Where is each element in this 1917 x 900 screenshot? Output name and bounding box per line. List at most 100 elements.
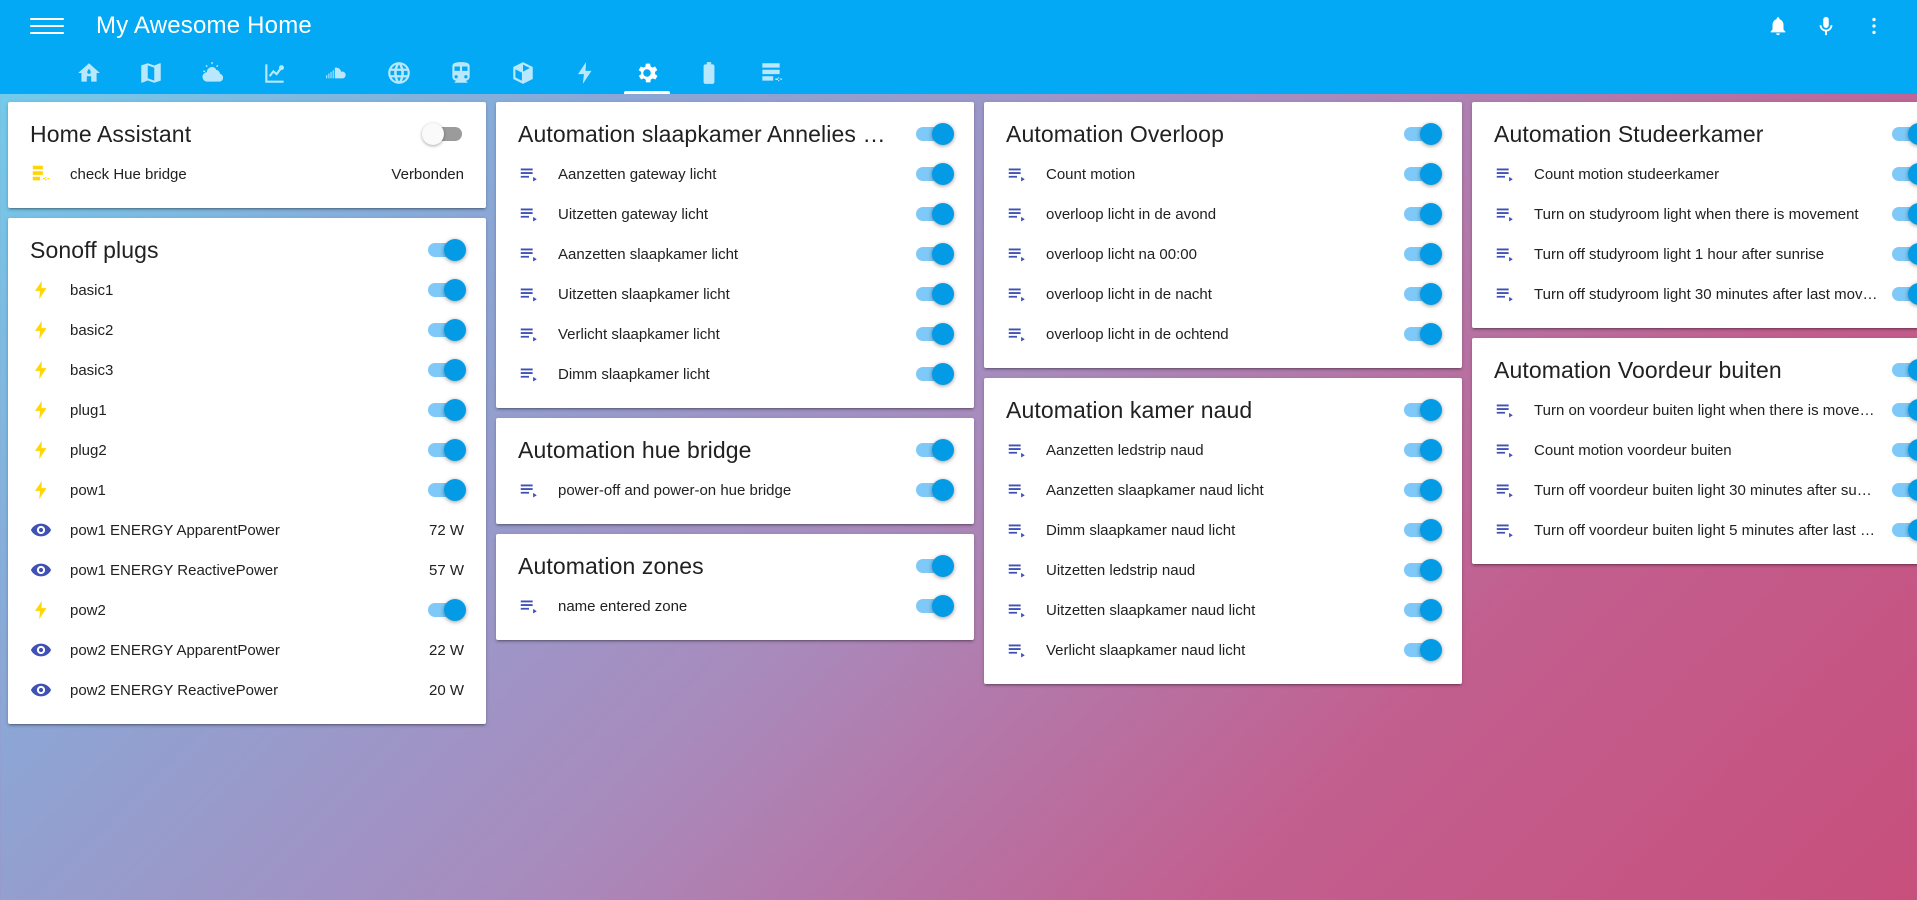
entity-toggle[interactable] — [1886, 163, 1917, 185]
card-header-toggle[interactable] — [422, 239, 466, 261]
card-header-toggle[interactable] — [1398, 123, 1442, 145]
tab-weather[interactable] — [182, 52, 244, 94]
entity-toggle[interactable] — [422, 599, 466, 621]
entity-row[interactable]: Aanzetten slaapkamer naud licht — [984, 470, 1462, 510]
overflow-menu-icon[interactable] — [1863, 15, 1885, 37]
entity-toggle[interactable] — [422, 359, 466, 381]
entity-row[interactable]: overloop licht in de nacht — [984, 274, 1462, 314]
tab-battery[interactable] — [678, 52, 740, 94]
entity-row[interactable]: overloop licht in de ochtend — [984, 314, 1462, 354]
entity-row[interactable]: Uitzetten slaapkamer licht — [496, 274, 974, 314]
tab-settings[interactable] — [616, 52, 678, 94]
entity-row[interactable]: plug2 — [8, 430, 486, 470]
entity-row[interactable]: Turn off studyroom light 30 minutes afte… — [1472, 274, 1917, 314]
entity-row[interactable]: pow2 ENERGY ApparentPower 22 W — [8, 630, 486, 670]
entity-toggle[interactable] — [1886, 399, 1917, 421]
entity-row[interactable]: Uitzetten slaapkamer naud licht — [984, 590, 1462, 630]
entity-toggle[interactable] — [1886, 283, 1917, 305]
tab-cloud[interactable] — [306, 52, 368, 94]
entity-toggle[interactable] — [910, 163, 954, 185]
entity-row[interactable]: Verlicht slaapkamer naud licht — [984, 630, 1462, 670]
entity-toggle[interactable] — [1398, 559, 1442, 581]
entity-toggle[interactable] — [910, 203, 954, 225]
card-header-toggle[interactable] — [910, 439, 954, 461]
entity-toggle[interactable] — [1398, 519, 1442, 541]
entity-row[interactable]: overloop licht in de avond — [984, 194, 1462, 234]
entity-toggle[interactable] — [910, 283, 954, 305]
entity-row[interactable]: Verlicht slaapkamer licht — [496, 314, 974, 354]
entity-toggle[interactable] — [1398, 639, 1442, 661]
entity-row[interactable]: check Hue bridge Verbonden — [8, 154, 486, 194]
entity-row[interactable]: Count motion voordeur buiten — [1472, 430, 1917, 470]
entity-row[interactable]: Aanzetten ledstrip naud — [984, 430, 1462, 470]
entity-row[interactable]: Turn off voordeur buiten light 5 minutes… — [1472, 510, 1917, 550]
entity-toggle[interactable] — [1886, 519, 1917, 541]
entity-row[interactable]: Count motion — [984, 154, 1462, 194]
entity-row[interactable]: pow2 — [8, 590, 486, 630]
card-header-toggle[interactable] — [910, 555, 954, 577]
entity-row[interactable]: Uitzetten gateway licht — [496, 194, 974, 234]
notifications-bell-icon[interactable] — [1767, 15, 1789, 37]
entity-toggle[interactable] — [422, 479, 466, 501]
entity-toggle[interactable] — [1398, 283, 1442, 305]
entity-toggle[interactable] — [1886, 243, 1917, 265]
tab-transit[interactable] — [430, 52, 492, 94]
entity-row[interactable]: basic3 — [8, 350, 486, 390]
entity-toggle[interactable] — [422, 399, 466, 421]
entity-row[interactable]: Aanzetten slaapkamer licht — [496, 234, 974, 274]
entity-row[interactable]: Dimm slaapkamer naud licht — [984, 510, 1462, 550]
entity-row[interactable]: Turn on studyroom light when there is mo… — [1472, 194, 1917, 234]
entity-toggle[interactable] — [1398, 243, 1442, 265]
entity-row[interactable]: pow1 — [8, 470, 486, 510]
entity-toggle[interactable] — [910, 363, 954, 385]
hamburger-menu-icon[interactable] — [30, 9, 64, 43]
toggle-knob — [1420, 323, 1442, 345]
entity-row[interactable]: basic2 — [8, 310, 486, 350]
entity-row[interactable]: pow1 ENERGY ApparentPower 72 W — [8, 510, 486, 550]
entity-row[interactable]: Aanzetten gateway licht — [496, 154, 974, 194]
entity-row[interactable]: plug1 — [8, 390, 486, 430]
entity-toggle[interactable] — [422, 439, 466, 461]
entity-toggle[interactable] — [910, 595, 954, 617]
entity-toggle[interactable] — [422, 279, 466, 301]
entity-row[interactable]: Turn on voordeur buiten light when there… — [1472, 390, 1917, 430]
tab-server[interactable] — [740, 52, 802, 94]
entity-toggle[interactable] — [1886, 439, 1917, 461]
entity-toggle[interactable] — [1398, 599, 1442, 621]
entity-toggle[interactable] — [1398, 439, 1442, 461]
card-header-toggle[interactable] — [422, 123, 466, 145]
entity-row[interactable]: pow2 ENERGY ReactivePower 20 W — [8, 670, 486, 710]
tab-map[interactable] — [120, 52, 182, 94]
tab-energy[interactable] — [554, 52, 616, 94]
entity-row[interactable]: Count motion studeerkamer — [1472, 154, 1917, 194]
entity-toggle[interactable] — [910, 243, 954, 265]
entity-toggle[interactable] — [1398, 479, 1442, 501]
entity-toggle[interactable] — [1398, 203, 1442, 225]
entity-toggle[interactable] — [910, 323, 954, 345]
tab-history[interactable] — [244, 52, 306, 94]
card-header-toggle[interactable] — [1886, 359, 1917, 381]
entity-row[interactable]: basic1 — [8, 270, 486, 310]
entity-row[interactable]: Turn off studyroom light 1 hour after su… — [1472, 234, 1917, 274]
eye-icon — [30, 679, 70, 701]
card-header-toggle[interactable] — [910, 123, 954, 145]
entity-toggle[interactable] — [1886, 479, 1917, 501]
entity-row[interactable]: Dimm slaapkamer licht — [496, 354, 974, 394]
tab-home[interactable] — [58, 52, 120, 94]
entity-toggle[interactable] — [1398, 163, 1442, 185]
entity-row[interactable]: overloop licht na 00:00 — [984, 234, 1462, 274]
entity-toggle[interactable] — [1886, 203, 1917, 225]
entity-row[interactable]: Uitzetten ledstrip naud — [984, 550, 1462, 590]
card-header-toggle[interactable] — [1398, 399, 1442, 421]
tab-packages[interactable] — [492, 52, 554, 94]
entity-toggle[interactable] — [422, 319, 466, 341]
entity-toggle[interactable] — [910, 479, 954, 501]
entity-row[interactable]: name entered zone — [496, 586, 974, 626]
microphone-icon[interactable] — [1815, 15, 1837, 37]
entity-row[interactable]: pow1 ENERGY ReactivePower 57 W — [8, 550, 486, 590]
entity-toggle[interactable] — [1398, 323, 1442, 345]
entity-row[interactable]: power-off and power-on hue bridge — [496, 470, 974, 510]
card-header-toggle[interactable] — [1886, 123, 1917, 145]
entity-row[interactable]: Turn off voordeur buiten light 30 minute… — [1472, 470, 1917, 510]
tab-network[interactable] — [368, 52, 430, 94]
